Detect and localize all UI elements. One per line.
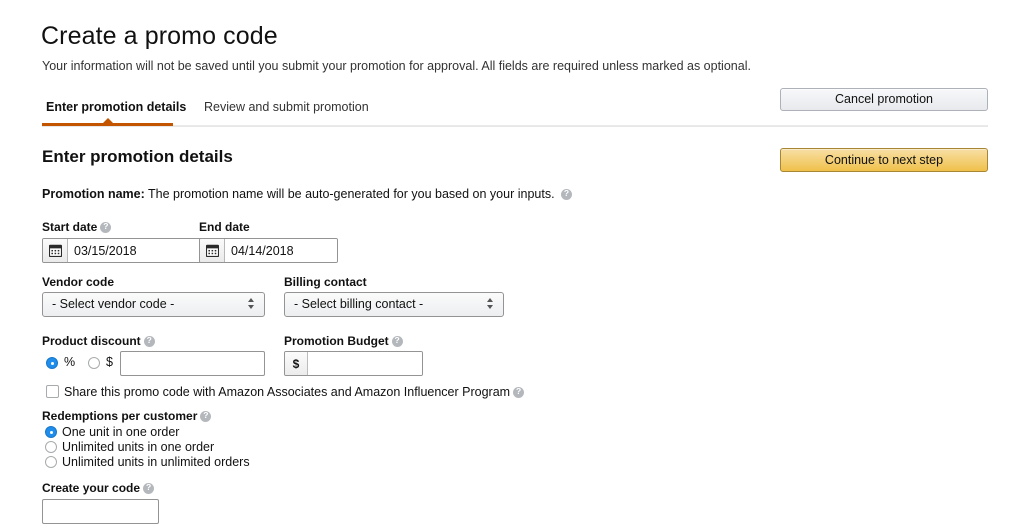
active-tab-underline: [42, 123, 173, 126]
page-subtitle: Your information will not be saved until…: [42, 59, 751, 73]
calendar-icon[interactable]: [200, 239, 225, 262]
start-date-field[interactable]: [42, 238, 209, 263]
start-date-label-group: Start date: [42, 220, 112, 234]
page-title: Create a promo code: [41, 22, 278, 50]
redemptions-option-unlimited-one-order-label[interactable]: Unlimited units in one order: [62, 440, 214, 454]
calendar-icon[interactable]: [43, 239, 68, 262]
redemptions-help-icon[interactable]: [200, 410, 212, 422]
continue-to-next-step-button[interactable]: Continue to next step: [780, 148, 988, 172]
redemptions-option-one-unit-label[interactable]: One unit in one order: [62, 425, 179, 439]
redemptions-option-unlimited-unlimited-label[interactable]: Unlimited units in unlimited orders: [62, 455, 250, 469]
vendor-code-selected-value: - Select vendor code -: [52, 297, 175, 311]
tab-enter-promotion-details[interactable]: Enter promotion details: [46, 100, 186, 114]
create-your-code-label: Create your code: [42, 481, 141, 495]
end-date-field[interactable]: [199, 238, 338, 263]
tab-divider: [42, 125, 988, 127]
vendor-code-label: Vendor code: [42, 275, 115, 289]
promotion-budget-input[interactable]: [308, 352, 422, 375]
billing-contact-label: Billing contact: [284, 275, 367, 289]
promotion-budget-label: Promotion Budget: [284, 334, 389, 348]
discount-type-percent-radio[interactable]: [46, 357, 58, 369]
promotion-name-text: The promotion name will be auto-generate…: [148, 187, 555, 201]
start-date-help-icon[interactable]: [100, 221, 112, 233]
promo-code-form-page: Create a promo code Your information wil…: [0, 0, 1030, 532]
create-your-code-help-icon[interactable]: [143, 482, 155, 494]
product-discount-label: Product discount: [42, 334, 141, 348]
share-promo-code-label-group: Share this promo code with Amazon Associ…: [64, 385, 525, 399]
discount-type-percent-label[interactable]: %: [64, 355, 75, 369]
active-tab-arrow-icon: [103, 118, 113, 123]
select-chevrons-icon: [248, 298, 257, 312]
promotion-budget-label-group: Promotion Budget: [284, 334, 403, 348]
billing-contact-select[interactable]: - Select billing contact -: [284, 292, 504, 317]
redemptions-option-unlimited-unlimited-radio[interactable]: [45, 456, 57, 468]
billing-contact-selected-value: - Select billing contact -: [294, 297, 424, 311]
section-title: Enter promotion details: [42, 147, 233, 166]
product-discount-label-group: Product discount: [42, 334, 155, 348]
product-discount-help-icon[interactable]: [143, 335, 155, 347]
redemptions-option-unlimited-one-order-radio[interactable]: [45, 441, 57, 453]
tab-review-and-submit-promotion[interactable]: Review and submit promotion: [204, 100, 369, 114]
share-promo-code-label[interactable]: Share this promo code with Amazon Associ…: [64, 385, 510, 399]
share-promo-code-checkbox[interactable]: [46, 385, 59, 398]
promotion-name-label: Promotion name:: [42, 187, 145, 201]
share-promo-code-help-icon[interactable]: [513, 386, 525, 398]
redemptions-option-one-unit-radio[interactable]: [45, 426, 57, 438]
start-date-label: Start date: [42, 220, 98, 234]
end-date-input[interactable]: [225, 239, 337, 262]
promotion-name-note: Promotion name: The promotion name will …: [42, 187, 573, 201]
dollar-sign-icon: $: [285, 352, 308, 375]
redemptions-label-group: Redemptions per customer: [42, 409, 212, 423]
create-your-code-input[interactable]: [42, 499, 159, 524]
discount-type-dollar-label[interactable]: $: [106, 355, 113, 369]
promotion-name-help-icon[interactable]: [561, 188, 573, 200]
discount-type-dollar-radio[interactable]: [88, 357, 100, 369]
vendor-code-select[interactable]: - Select vendor code -: [42, 292, 265, 317]
promotion-budget-help-icon[interactable]: [391, 335, 403, 347]
start-date-input[interactable]: [68, 239, 208, 262]
product-discount-input[interactable]: [120, 351, 265, 376]
create-your-code-label-group: Create your code: [42, 481, 155, 495]
select-chevrons-icon: [487, 298, 496, 312]
redemptions-label: Redemptions per customer: [42, 409, 198, 423]
promotion-budget-field[interactable]: $: [284, 351, 423, 376]
cancel-promotion-button[interactable]: Cancel promotion: [780, 88, 988, 111]
end-date-label: End date: [199, 220, 250, 234]
